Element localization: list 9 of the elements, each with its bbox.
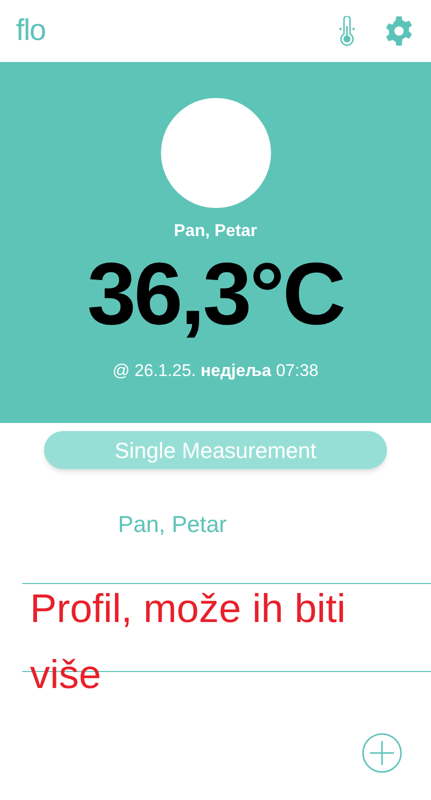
add-icon[interactable] <box>362 733 402 773</box>
profile-name[interactable]: Pan, Petar <box>118 511 227 537</box>
measurement-time: @ 26.1.25. недјеља 07:38 <box>112 360 319 382</box>
temperature-reading: 36,3°C <box>87 250 344 338</box>
thermometer-icon[interactable] <box>339 16 355 46</box>
app-logo: flo <box>16 16 46 46</box>
settings-icon[interactable] <box>383 15 415 47</box>
single-measurement-button[interactable]: Single Measurement <box>44 431 387 469</box>
patient-name: Pan, Petar <box>174 220 258 242</box>
